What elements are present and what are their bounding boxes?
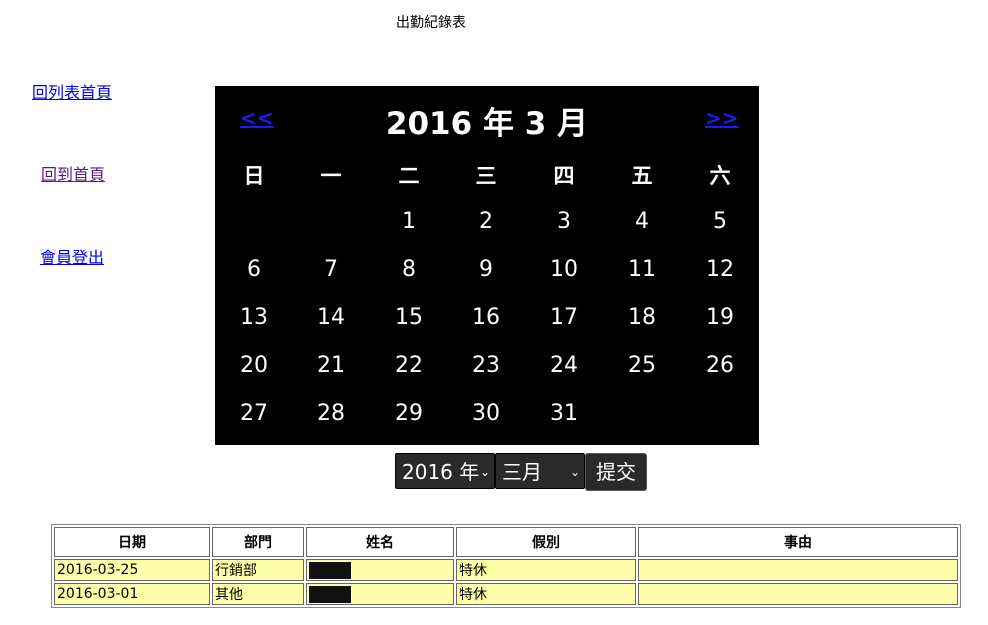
weekday-header: 日 (243, 164, 265, 188)
calendar-grid: 日一二三四五六 1 2 3 4 5 6 7 8 9 10 11 12 13 14 15 16 17 18 19 20 21… (215, 86, 759, 445)
weekday-header: 四 (553, 164, 575, 188)
header-reason: 事由 (638, 527, 958, 557)
calendar-day[interactable]: 9 (456, 257, 516, 283)
chevron-down-icon: ⌄ (479, 465, 490, 479)
calendar-day[interactable]: 23 (456, 353, 516, 379)
weekday-header: 一 (320, 164, 342, 188)
attendance-table: 日期 部門 姓名 假別 事由 2016-03-25 行銷部 特休 2016-03… (51, 524, 961, 608)
calendar-day[interactable]: 19 (690, 305, 750, 331)
calendar-day[interactable]: 22 (379, 353, 439, 379)
header-department: 部門 (212, 527, 304, 557)
calendar-day[interactable]: 13 (224, 305, 284, 331)
chevron-down-icon: ⌄ (569, 465, 580, 479)
submit-button[interactable]: 提交 (585, 453, 647, 491)
year-select[interactable]: 2016 年 ⌄ (395, 453, 495, 489)
header-leave-type: 假別 (456, 527, 636, 557)
calendar-day[interactable]: 2 (456, 209, 516, 235)
cell-name (306, 583, 454, 605)
calendar-day[interactable]: 26 (690, 353, 750, 379)
calendar-day[interactable]: 5 (690, 209, 750, 235)
back-to-list-link[interactable]: 回列表首頁 (32, 79, 112, 103)
weekday-header: 二 (398, 164, 420, 188)
calendar-day[interactable]: 20 (224, 353, 284, 379)
calendar-day[interactable]: 10 (534, 257, 594, 283)
calendar-day[interactable]: 31 (534, 401, 594, 427)
calendar-day[interactable]: 6 (224, 257, 284, 283)
table-row: 2016-03-01 其他 特休 (54, 583, 958, 605)
table-row: 2016-03-25 行銷部 特休 (54, 559, 958, 581)
calendar-day[interactable]: 1 (379, 209, 439, 235)
calendar: << 2016 年 3 月 >> 日一二三四五六 1 2 3 4 5 6 7 8 9 10 11 12 1… (215, 86, 759, 445)
cell-reason (638, 559, 958, 581)
cell-name (306, 559, 454, 581)
calendar-day[interactable]: 8 (379, 257, 439, 283)
calendar-day[interactable]: 7 (301, 257, 361, 283)
redacted-name (309, 585, 351, 603)
calendar-day[interactable]: 17 (534, 305, 594, 331)
calendar-day[interactable]: 18 (612, 305, 672, 331)
header-date: 日期 (54, 527, 210, 557)
page-title: 出勤紀錄表 (396, 15, 466, 31)
cell-leave-type: 特休 (456, 559, 636, 581)
cell-date: 2016-03-01 (54, 583, 210, 605)
calendar-day[interactable]: 16 (456, 305, 516, 331)
month-select-value: 三月 (502, 460, 542, 484)
month-select[interactable]: 三月 ⌄ (495, 453, 585, 489)
cell-leave-type: 特休 (456, 583, 636, 605)
calendar-day[interactable]: 15 (379, 305, 439, 331)
table-header-row: 日期 部門 姓名 假別 事由 (54, 527, 958, 557)
calendar-day[interactable]: 30 (456, 401, 516, 427)
calendar-day[interactable]: 14 (301, 305, 361, 331)
calendar-day[interactable]: 21 (301, 353, 361, 379)
calendar-day[interactable]: 4 (612, 209, 672, 235)
calendar-day[interactable]: 12 (690, 257, 750, 283)
calendar-day[interactable]: 28 (301, 401, 361, 427)
logout-link[interactable]: 會員登出 (40, 244, 104, 268)
calendar-day[interactable]: 24 (534, 353, 594, 379)
calendar-day[interactable]: 25 (612, 353, 672, 379)
calendar-day[interactable]: 29 (379, 401, 439, 427)
back-to-home-link[interactable]: 回到首頁 (41, 161, 105, 185)
calendar-day[interactable]: 27 (224, 401, 284, 427)
cell-department: 其他 (212, 583, 304, 605)
header-name: 姓名 (306, 527, 454, 557)
weekday-header: 六 (709, 164, 731, 188)
calendar-day[interactable]: 11 (612, 257, 672, 283)
cell-reason (638, 583, 958, 605)
weekday-header: 三 (475, 164, 497, 188)
year-select-value: 2016 年 (402, 460, 480, 484)
weekday-header: 五 (631, 164, 653, 188)
redacted-name (309, 561, 351, 579)
cell-date: 2016-03-25 (54, 559, 210, 581)
calendar-day[interactable]: 3 (534, 209, 594, 235)
cell-department: 行銷部 (212, 559, 304, 581)
